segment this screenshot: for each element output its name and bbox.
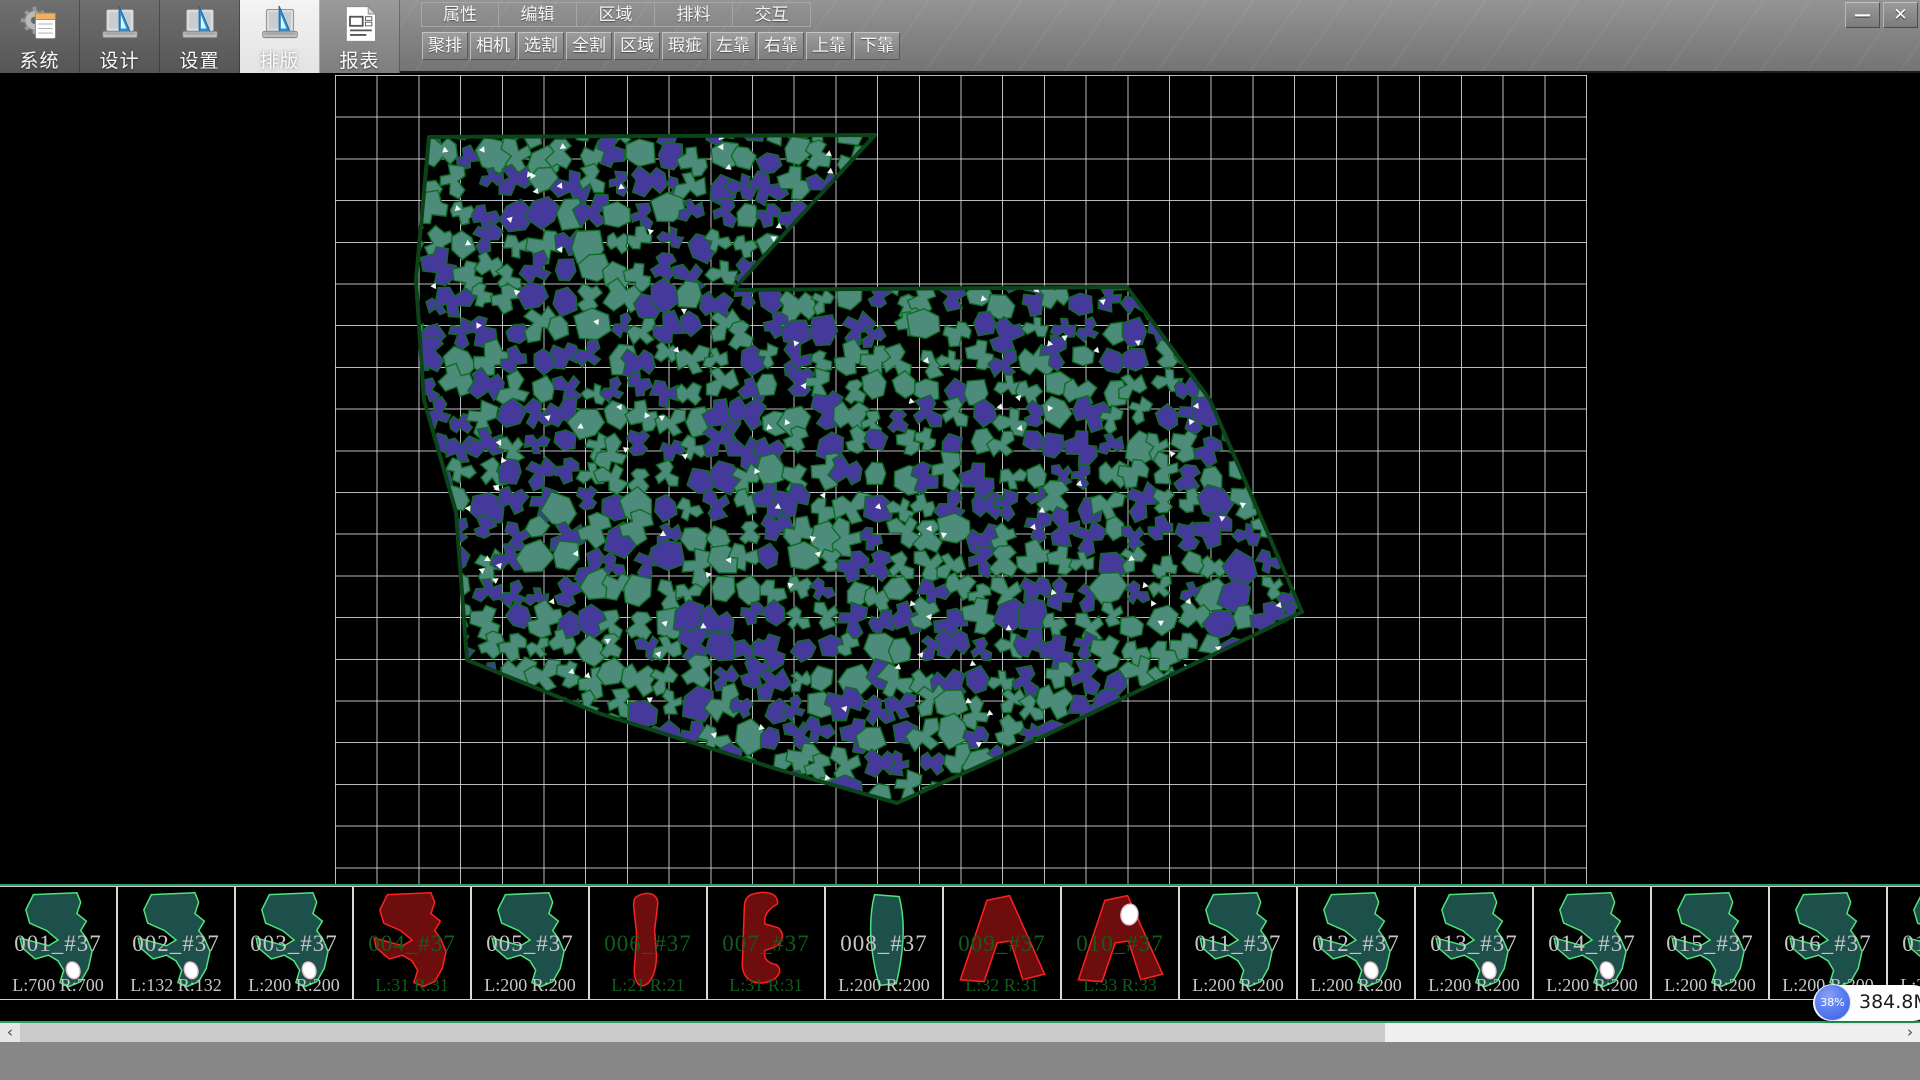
tool-button-1[interactable]: 聚排 [422,32,468,60]
scroll-left-arrow-icon[interactable]: ‹ [0,1023,20,1042]
piece-shape [1300,889,1412,993]
thumbnail-cell-2[interactable]: 002_#37 L:132 R:132 [118,887,236,999]
app-tab-1[interactable]: 系统 [0,0,80,73]
thumbnail-cell-8[interactable]: 008_#37 L:200 R:200 [826,887,944,999]
piece-thumbnail-list: 001_#37 L:700 R:700 002_#37 L:132 R:132 … [0,886,1920,1000]
nested-hide-layout[interactable] [335,75,1587,884]
app-tab-label: 系统 [19,46,59,73]
piece-shape [828,889,940,993]
status-bar [0,1042,1920,1080]
memory-value: 384.8M [1859,991,1920,1013]
thumbnail-cell-7[interactable]: 007_#37 L:31 R:31 [708,887,826,999]
gear-doc-icon [17,4,63,44]
thumbnail-cell-15[interactable]: 015_#37 L:200 R:200 [1652,887,1770,999]
tool-button-3[interactable]: 选割 [518,32,564,60]
tool-bar: 聚排相机选割全割区域瑕疵左靠右靠上靠下靠 [422,32,900,60]
piece-shape [1536,889,1648,993]
horizontal-scrollbar[interactable]: ‹ › [0,1023,1920,1042]
tool-button-8[interactable]: 右靠 [758,32,804,60]
app-tab-bar: 系统 设计 设置 排版 报表 [0,0,400,73]
piece-shape [1064,889,1176,993]
piece-shape [592,889,704,993]
thumbnail-cell-13[interactable]: 013_#37 L:200 R:200 [1416,887,1534,999]
thumbnail-cell-11[interactable]: 011_#37 L:200 R:200 [1180,887,1298,999]
thumbnail-cell-17[interactable]: 017_#37 L:200 R:200 [1888,887,1920,999]
tool-button-2[interactable]: 相机 [470,32,516,60]
piece-shape [710,889,822,993]
tool-button-5[interactable]: 区域 [614,32,660,60]
piece-shape [2,889,114,993]
app-tab-5[interactable]: 报表 [320,0,400,73]
app-tab-4[interactable]: 排版 [240,0,320,73]
window-controls: — ✕ [1845,2,1918,28]
piece-shape [120,889,232,993]
tool-button-4[interactable]: 全割 [566,32,612,60]
thumbnail-cell-9[interactable]: 009_#37 L:32 R:31 [944,887,1062,999]
minimize-button[interactable]: — [1845,2,1880,28]
laptop-ruler-icon [177,4,223,44]
piece-shape [356,889,468,993]
menu-item-1[interactable]: 属性 [421,2,499,27]
tool-button-9[interactable]: 上靠 [806,32,852,60]
nesting-canvas[interactable] [0,73,1920,884]
report-doc-icon [337,4,383,44]
thumbnail-cell-6[interactable]: 006_#37 L:21 R:21 [590,887,708,999]
piece-shape [238,889,350,993]
percent-circle-badge: 38% [1814,984,1851,1021]
laptop-ruler-icon [97,4,143,44]
tool-button-6[interactable]: 瑕疵 [662,32,708,60]
scrollbar-thumb[interactable] [20,1023,1385,1042]
piece-shape [474,889,586,993]
close-button[interactable]: ✕ [1883,2,1918,28]
menu-bar: 属性编辑区域排料交互 [421,2,811,27]
main-toolbar: 系统 设计 设置 排版 报表 属性编辑区域排料交互 聚排相机选割全割区域瑕疵左靠… [0,0,1920,73]
thumbnail-cell-3[interactable]: 003_#37 L:200 R:200 [236,887,354,999]
app-tab-label: 设置 [179,46,219,73]
piece-shape [1654,889,1766,993]
app-tab-label: 排版 [259,46,299,73]
piece-shape [1182,889,1294,993]
tool-button-10[interactable]: 下靠 [854,32,900,60]
scroll-right-arrow-icon[interactable]: › [1900,1023,1920,1042]
thumbnail-cell-14[interactable]: 014_#37 L:200 R:200 [1534,887,1652,999]
thumbnail-cell-1[interactable]: 001_#37 L:700 R:700 [0,887,118,999]
piece-shape [1418,889,1530,993]
laptop-ruler-icon [257,4,303,44]
thumbnail-cell-10[interactable]: 010_#37 L:33 R:33 [1062,887,1180,999]
menu-item-4[interactable]: 排料 [655,2,733,27]
thumbnail-cell-5[interactable]: 005_#37 L:200 R:200 [472,887,590,999]
menu-item-2[interactable]: 编辑 [499,2,577,27]
app-tab-label: 设计 [99,46,139,73]
piece-shape [946,889,1058,993]
menu-item-3[interactable]: 区域 [577,2,655,27]
menu-item-5[interactable]: 交互 [733,2,811,27]
thumbnail-cell-4[interactable]: 004_#37 L:31 R:31 [354,887,472,999]
app-tab-2[interactable]: 设计 [80,0,160,73]
app-tab-3[interactable]: 设置 [160,0,240,73]
thumbnail-cell-12[interactable]: 012_#37 L:200 R:200 [1298,887,1416,999]
thumbnail-cell-16[interactable]: 016_#37 L:200 R:200 [1770,887,1888,999]
piece-shape [1772,889,1884,993]
app-tab-label: 报表 [339,46,379,73]
piece-thumbnail-strip: 001_#37 L:700 R:700 002_#37 L:132 R:132 … [0,884,1920,1023]
tool-button-7[interactable]: 左靠 [710,32,756,60]
piece-shape [1890,889,1920,993]
